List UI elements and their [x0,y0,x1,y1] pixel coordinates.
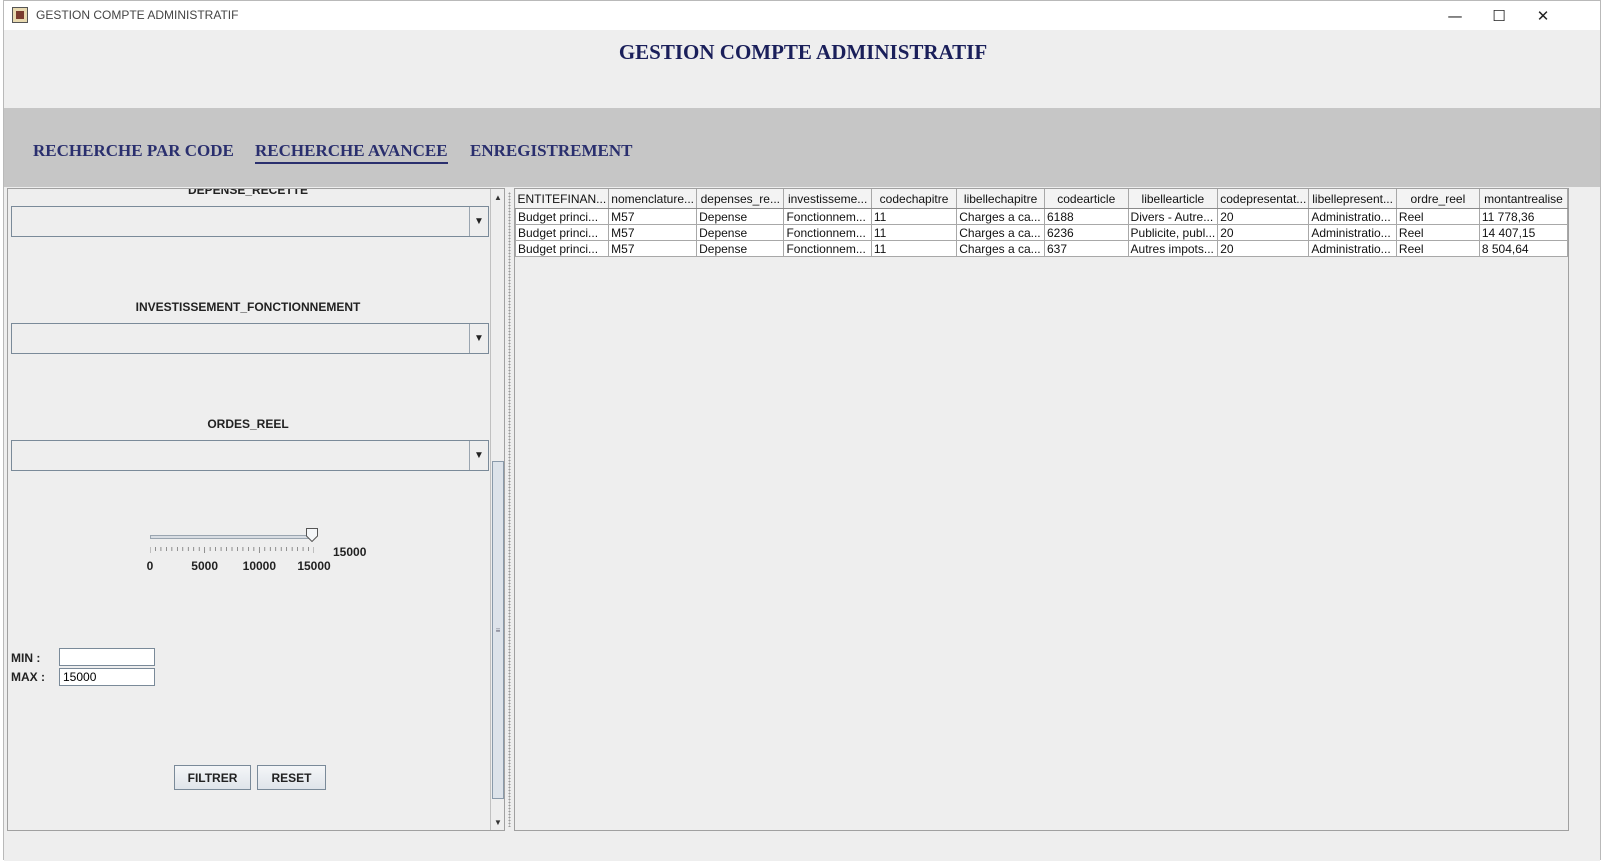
table-cell[interactable]: Administratio... [1308,208,1397,225]
column-header[interactable]: investisseme... [783,189,872,209]
column-header[interactable]: ENTITEFINAN... [515,189,610,209]
column-header[interactable]: codechapitre [871,189,958,209]
table-cell[interactable]: Budget princi... [515,240,610,257]
title-bar: GESTION COMPTE ADMINISTRATIF — ☐ ✕ [4,1,1600,30]
reset-button[interactable]: RESET [257,765,326,790]
table-cell[interactable]: Depense [696,208,785,225]
table-cell[interactable]: 11 [870,208,958,225]
minimize-button[interactable]: — [1432,1,1478,30]
chevron-down-icon[interactable]: ▼ [469,207,488,236]
table-cell[interactable]: 6236 [1043,224,1129,241]
slider-tick-label: 10000 [242,559,277,573]
split-pane-divider[interactable] [506,188,514,831]
table-header-row: ENTITEFINAN... nomenclature... depenses_re… [515,189,1568,209]
table-cell[interactable]: 11 778,36 [1478,208,1568,225]
amount-slider-track[interactable] [150,535,314,539]
tab-bar: RECHERCHE PAR CODE RECHERCHE AVANCEE ENR… [4,108,1600,187]
column-header[interactable]: montantrealise [1479,189,1568,209]
filter-panel: DEPENSE_RECETTE ▼ INVESTISSEMENT_FONCTIO… [7,188,505,831]
slider-tick-label: 0 [146,559,154,573]
table-cell[interactable]: Fonctionnem... [783,240,872,257]
column-header[interactable]: libellechapitre [956,189,1045,209]
table-row[interactable]: Budget princi... M57 Depense Fonctionnem...… [515,224,1568,241]
column-header[interactable]: libellearticle [1128,189,1219,209]
table-cell[interactable]: M57 [608,224,698,241]
java-app-icon [12,7,28,23]
tab-recherche-par-code[interactable]: RECHERCHE PAR CODE [33,141,234,161]
column-header[interactable]: ordre_reel [1396,189,1480,209]
tab-recherche-avancee[interactable]: RECHERCHE AVANCEE [255,141,448,164]
table-cell[interactable]: 20 [1217,240,1310,257]
slider-tick-label: 5000 [191,559,219,573]
table-cell[interactable]: Divers - Autre... [1127,208,1219,225]
table-cell[interactable]: M57 [608,208,698,225]
table-cell[interactable]: Charges a ca... [956,240,1045,257]
column-header[interactable]: codepresentat... [1217,189,1310,209]
depense-recette-select[interactable]: ▼ [11,206,489,237]
slider-tick-label: 15000 [297,559,331,573]
table-cell[interactable]: Reel [1395,240,1480,257]
table-cell[interactable]: 637 [1043,240,1129,257]
table-cell[interactable]: Fonctionnem... [783,208,872,225]
table-cell[interactable]: Publicite, publ... [1127,224,1219,241]
app-window: GESTION COMPTE ADMINISTRATIF — ☐ ✕ GESTI… [3,0,1601,861]
table-row[interactable]: Budget princi... M57 Depense Fonctionnem...… [515,208,1568,225]
table-cell[interactable]: 20 [1217,208,1310,225]
table-cell[interactable]: Depense [696,240,785,257]
table-cell[interactable]: Autres impots... [1127,240,1219,257]
table-cell[interactable]: 6188 [1043,208,1129,225]
filter-button[interactable]: FILTRER [174,765,251,790]
column-header[interactable]: codearticle [1044,189,1129,209]
table-cell[interactable]: 14 407,15 [1478,224,1568,241]
header: GESTION COMPTE ADMINISTRATIF [4,30,1600,108]
min-label: MIN : [11,651,41,665]
scroll-up-icon[interactable]: ▲ [491,189,504,205]
results-table: ENTITEFINAN... nomenclature... depenses_re… [515,189,1568,257]
table-cell[interactable]: 20 [1217,224,1310,241]
chevron-down-icon[interactable]: ▼ [469,324,488,353]
investissement-fonctionnement-label: INVESTISSEMENT_FONCTIONNEMENT [135,300,361,314]
page-title: GESTION COMPTE ADMINISTRATIF [618,40,988,64]
table-cell[interactable]: 8 504,64 [1478,240,1568,257]
scroll-down-icon[interactable]: ▼ [491,814,504,830]
table-cell[interactable]: Depense [696,224,785,241]
amount-slider-thumb[interactable] [306,528,318,542]
min-input[interactable] [59,648,155,666]
maximize-button[interactable]: ☐ [1476,1,1522,30]
column-header[interactable]: nomenclature... [608,189,698,209]
table-row[interactable]: Budget princi... M57 Depense Fonctionnem...… [515,240,1568,257]
results-panel: ENTITEFINAN... nomenclature... depenses_re… [514,188,1569,831]
table-cell[interactable]: Budget princi... [515,224,610,241]
slider-value-label: 15000 [333,545,367,559]
table-cell[interactable]: Charges a ca... [956,224,1045,241]
table-cell[interactable]: M57 [608,240,698,257]
table-cell[interactable]: Budget princi... [515,208,610,225]
column-header[interactable]: libellepresent... [1308,189,1397,209]
column-header[interactable]: depenses_re... [696,189,785,209]
investissement-fonctionnement-select[interactable]: ▼ [11,323,489,354]
close-button[interactable]: ✕ [1520,1,1566,30]
filter-panel-scrollbar[interactable]: ▲ ≡ ▼ [490,189,504,830]
table-cell[interactable]: Fonctionnem... [783,224,872,241]
table-cell[interactable]: 11 [870,224,958,241]
chevron-down-icon[interactable]: ▼ [469,441,488,470]
max-label: MAX : [11,670,45,684]
table-cell[interactable]: Administratio... [1308,240,1397,257]
max-input[interactable] [59,668,155,686]
divider-grip-icon [508,192,511,827]
window-title: GESTION COMPTE ADMINISTRATIF [36,8,239,22]
depense-recette-label: DEPENSE_RECETTE [187,188,309,197]
table-cell[interactable]: Reel [1395,224,1480,241]
slider-ticks [150,547,314,553]
table-cell[interactable]: Administratio... [1308,224,1397,241]
ordes-reel-select[interactable]: ▼ [11,440,489,471]
status-strip [4,831,1600,861]
tab-enregistrement[interactable]: ENREGISTREMENT [470,141,632,161]
table-cell[interactable]: Charges a ca... [956,208,1045,225]
table-cell[interactable]: 11 [870,240,958,257]
ordes-reel-label: ORDES_REEL [207,417,289,431]
table-cell[interactable]: Reel [1395,208,1480,225]
scrollbar-thumb[interactable]: ≡ [492,461,504,799]
